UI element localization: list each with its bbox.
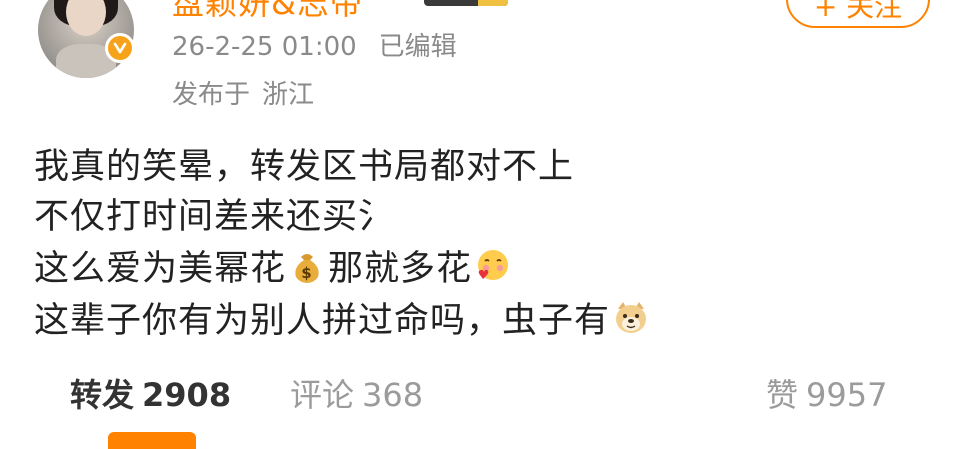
post-text: 那就多花: [328, 249, 473, 289]
member-badge-icon: [424, 0, 508, 6]
post-text: 我真的笑晕，转发区书局都对不上: [34, 147, 575, 187]
edited-label[interactable]: 已编辑: [379, 32, 457, 62]
comment-tab[interactable]: 评论 368: [290, 370, 423, 416]
post-location: 发布于 浙江: [172, 74, 314, 111]
post-text-line: 不仅打时间差来还买氵: [34, 188, 394, 239]
post-text-line: 这辈子你有为别人拼过命吗，虫子有: [34, 292, 652, 343]
post-text: 这么爱为美幂花: [34, 249, 287, 289]
location-name: 浙江: [262, 80, 315, 110]
repost-label: 转发: [70, 376, 135, 414]
money-bag-icon: $: [295, 253, 319, 283]
like-count: 9957: [806, 376, 888, 414]
doge-icon: [616, 301, 647, 333]
avatar-face: [66, 0, 106, 36]
post-text: 不仅打时间差来还买氵: [34, 197, 395, 237]
post-text: 这辈子你有为别人拼过命吗，虫子有: [34, 301, 611, 341]
post-timestamp: 26-2-25 01:00: [172, 32, 357, 62]
follow-button[interactable]: + 关注: [786, 0, 930, 28]
like-tab[interactable]: 赞 9957: [766, 370, 887, 416]
active-tab-indicator: [108, 432, 196, 449]
like-label: 赞: [766, 376, 799, 414]
post-meta: 26-2-25 01:00 已编辑: [172, 26, 457, 63]
comment-count: 368: [362, 376, 424, 414]
post-text-line: 我真的笑晕，转发区书局都对不上: [34, 138, 574, 189]
repost-count: 2908: [142, 376, 232, 414]
repost-tab[interactable]: 转发 2908: [70, 370, 231, 416]
svg-text:$: $: [301, 264, 312, 282]
username[interactable]: 盘颖妍&志帝: [172, 0, 363, 24]
post-text-line: 这么爱为美幂花 $ 那就多花: [34, 240, 514, 291]
location-prefix: 发布于: [172, 80, 251, 110]
comment-label: 评论: [290, 376, 355, 414]
verified-badge-icon: [105, 33, 135, 63]
blush-heart-face-icon: [478, 249, 509, 280]
